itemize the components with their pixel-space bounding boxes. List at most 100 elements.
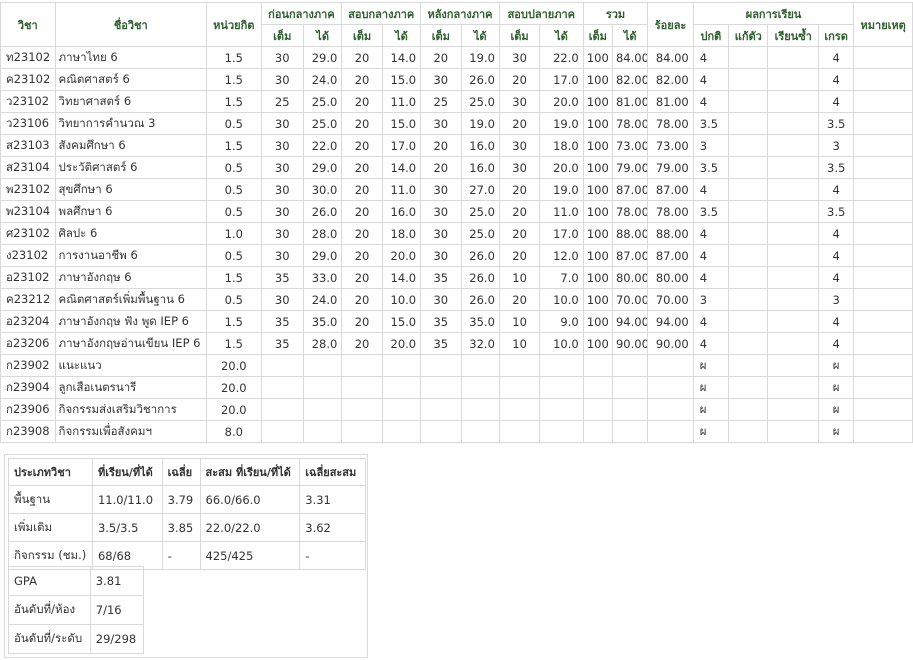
result-repeat-cell: [767, 112, 819, 135]
mid-got-cell: 18.0: [381, 222, 422, 245]
pre-got-cell: [302, 354, 343, 377]
post-full-cell: 35: [420, 266, 462, 289]
result-grade-cell: 4: [817, 68, 855, 91]
mid-full-cell: 20: [341, 266, 383, 289]
summary-avg-cell: 3.79: [161, 485, 201, 514]
post-got-cell: 16.0: [460, 156, 500, 179]
mid-full-cell: 20: [341, 244, 383, 267]
final-full-cell: 20: [498, 222, 541, 245]
col-header-code: วิชา: [0, 2, 56, 47]
final-full-cell: 30: [498, 90, 541, 113]
pre-full-cell: 35: [260, 266, 304, 289]
pre-got-cell: 24.0: [302, 288, 343, 311]
pre-got-cell: 28.0: [302, 222, 343, 245]
final-got-cell: 20.0: [539, 90, 584, 113]
final-got-cell: 18.0: [539, 134, 584, 157]
total-got-cell: 73.00: [611, 134, 649, 157]
mid-got-cell: 11.0: [381, 90, 422, 113]
grades-body: ท23102 ภาษาไทย 6 1.5 30 29.0 20 14.0 20 19.0 30 22…: [0, 46, 913, 443]
post-got-cell: [460, 376, 500, 399]
percent-cell: 78.00: [647, 200, 694, 223]
final-got-cell: 17.0: [539, 68, 584, 91]
course-name-cell: พลศึกษา 6: [54, 200, 208, 223]
mid-full-cell: 20: [341, 200, 383, 223]
pre-full-cell: 30: [260, 46, 304, 69]
course-code-cell: ก23904: [0, 376, 56, 399]
course-name-cell: ภาษาไทย 6: [54, 46, 208, 69]
post-got-cell: 25.0: [460, 222, 500, 245]
col-header-post-full: เต็ม: [420, 24, 462, 47]
post-got-cell: [460, 420, 500, 443]
post-full-cell: 30: [420, 200, 462, 223]
post-got-cell: [460, 398, 500, 421]
final-got-cell: 22.0: [539, 46, 584, 69]
post-got-cell: 32.0: [460, 332, 500, 355]
result-normal-cell: ผ: [692, 354, 730, 377]
result-normal-cell: 4: [692, 68, 730, 91]
credit-cell: 20.0: [206, 376, 262, 399]
percent-cell: 81.00: [647, 90, 694, 113]
gpa-table: GPA 3.81 อันดับที่/ห้อง 7/16 อันดับที่/ร…: [8, 566, 145, 654]
result-normal-cell: ผ: [692, 420, 730, 443]
percent-cell: 73.00: [647, 134, 694, 157]
total-got-cell: 80.00: [611, 266, 649, 289]
mid-full-cell: 20: [341, 46, 383, 69]
summary-row: พื้นฐาน 11.0/11.0 3.79 66.0/66.0 3.31: [8, 485, 366, 514]
final-full-cell: [498, 354, 541, 377]
total-got-cell: [611, 398, 649, 421]
course-name-cell: วิทยาศาสตร์ 6: [54, 90, 208, 113]
mid-got-cell: 11.0: [381, 178, 422, 201]
total-full-cell: 100: [582, 46, 613, 69]
total-got-cell: 88.00: [611, 222, 649, 245]
final-full-cell: 30: [498, 134, 541, 157]
col-header-mid-full: เต็ม: [341, 24, 383, 47]
percent-cell: 70.00: [647, 288, 694, 311]
col-header-percent: ร้อยละ: [647, 2, 694, 47]
table-row: พ23102 สุขศึกษา 6 0.5 30 30.0 20 11.0 30 27.0 20 1…: [0, 178, 913, 201]
col-header-credit: หน่วยกิต: [206, 2, 262, 47]
course-code-cell: ค23212: [0, 288, 56, 311]
course-name-cell: วิทยาการคำนวณ 3: [54, 112, 208, 135]
table-row: อ23206 ภาษาอังกฤษอ่านเขียน IEP 6 1.5 35 28.0…: [0, 332, 913, 355]
pre-got-cell: 26.0: [302, 200, 343, 223]
course-code-cell: อ23102: [0, 266, 56, 289]
credit-cell: 1.5: [206, 46, 262, 69]
result-grade-cell: 3.5: [817, 200, 855, 223]
table-row: ส23103 สังคมศึกษา 6 1.5 30 22.0 20 17.0 20 16.0 3…: [0, 134, 913, 157]
pre-got-cell: 29.0: [302, 156, 343, 179]
final-got-cell: 10.0: [539, 332, 584, 355]
course-code-cell: ท23102: [0, 46, 56, 69]
table-row: พ23104 พลศึกษา 6 0.5 30 26.0 20 16.0 30 25.0 20 11…: [0, 200, 913, 223]
result-grade-cell: 4: [817, 310, 855, 333]
col-header-total: รวม: [582, 2, 649, 25]
summary-body: พื้นฐาน 11.0/11.0 3.79 66.0/66.0 3.31 เพิ่มเต…: [8, 485, 366, 570]
result-fix-cell: [728, 420, 769, 443]
percent-cell: 78.00: [647, 112, 694, 135]
credit-cell: 1.5: [206, 68, 262, 91]
result-fix-cell: [728, 332, 769, 355]
col-header-final-got: ได้: [539, 24, 584, 47]
result-repeat-cell: [767, 332, 819, 355]
col-header-name: ชื่อวิชา: [54, 2, 208, 47]
final-got-cell: 7.0: [539, 266, 584, 289]
final-full-cell: 20: [498, 178, 541, 201]
total-full-cell: 100: [582, 200, 613, 223]
post-got-cell: 26.0: [460, 68, 500, 91]
credit-cell: 0.5: [206, 288, 262, 311]
pre-full-cell: 30: [260, 244, 304, 267]
total-full-cell: 100: [582, 332, 613, 355]
pre-full-cell: 30: [260, 178, 304, 201]
total-got-cell: 78.00: [611, 112, 649, 135]
result-fix-cell: [728, 68, 769, 91]
pre-full-cell: 30: [260, 156, 304, 179]
mid-got-cell: 10.0: [381, 288, 422, 311]
note-cell: [853, 398, 913, 421]
note-cell: [853, 354, 913, 377]
course-name-cell: คณิตศาสตร์เพิ่มพื้นฐาน 6: [54, 288, 208, 311]
final-full-cell: 10: [498, 332, 541, 355]
result-fix-cell: [728, 310, 769, 333]
summary-type-cell: พื้นฐาน: [8, 485, 93, 514]
table-row: ก23906 กิจกรรมส่งเสริมวิชาการ 20.0 ผ ผ: [0, 398, 913, 421]
credit-cell: 0.5: [206, 112, 262, 135]
total-full-cell: 100: [582, 222, 613, 245]
